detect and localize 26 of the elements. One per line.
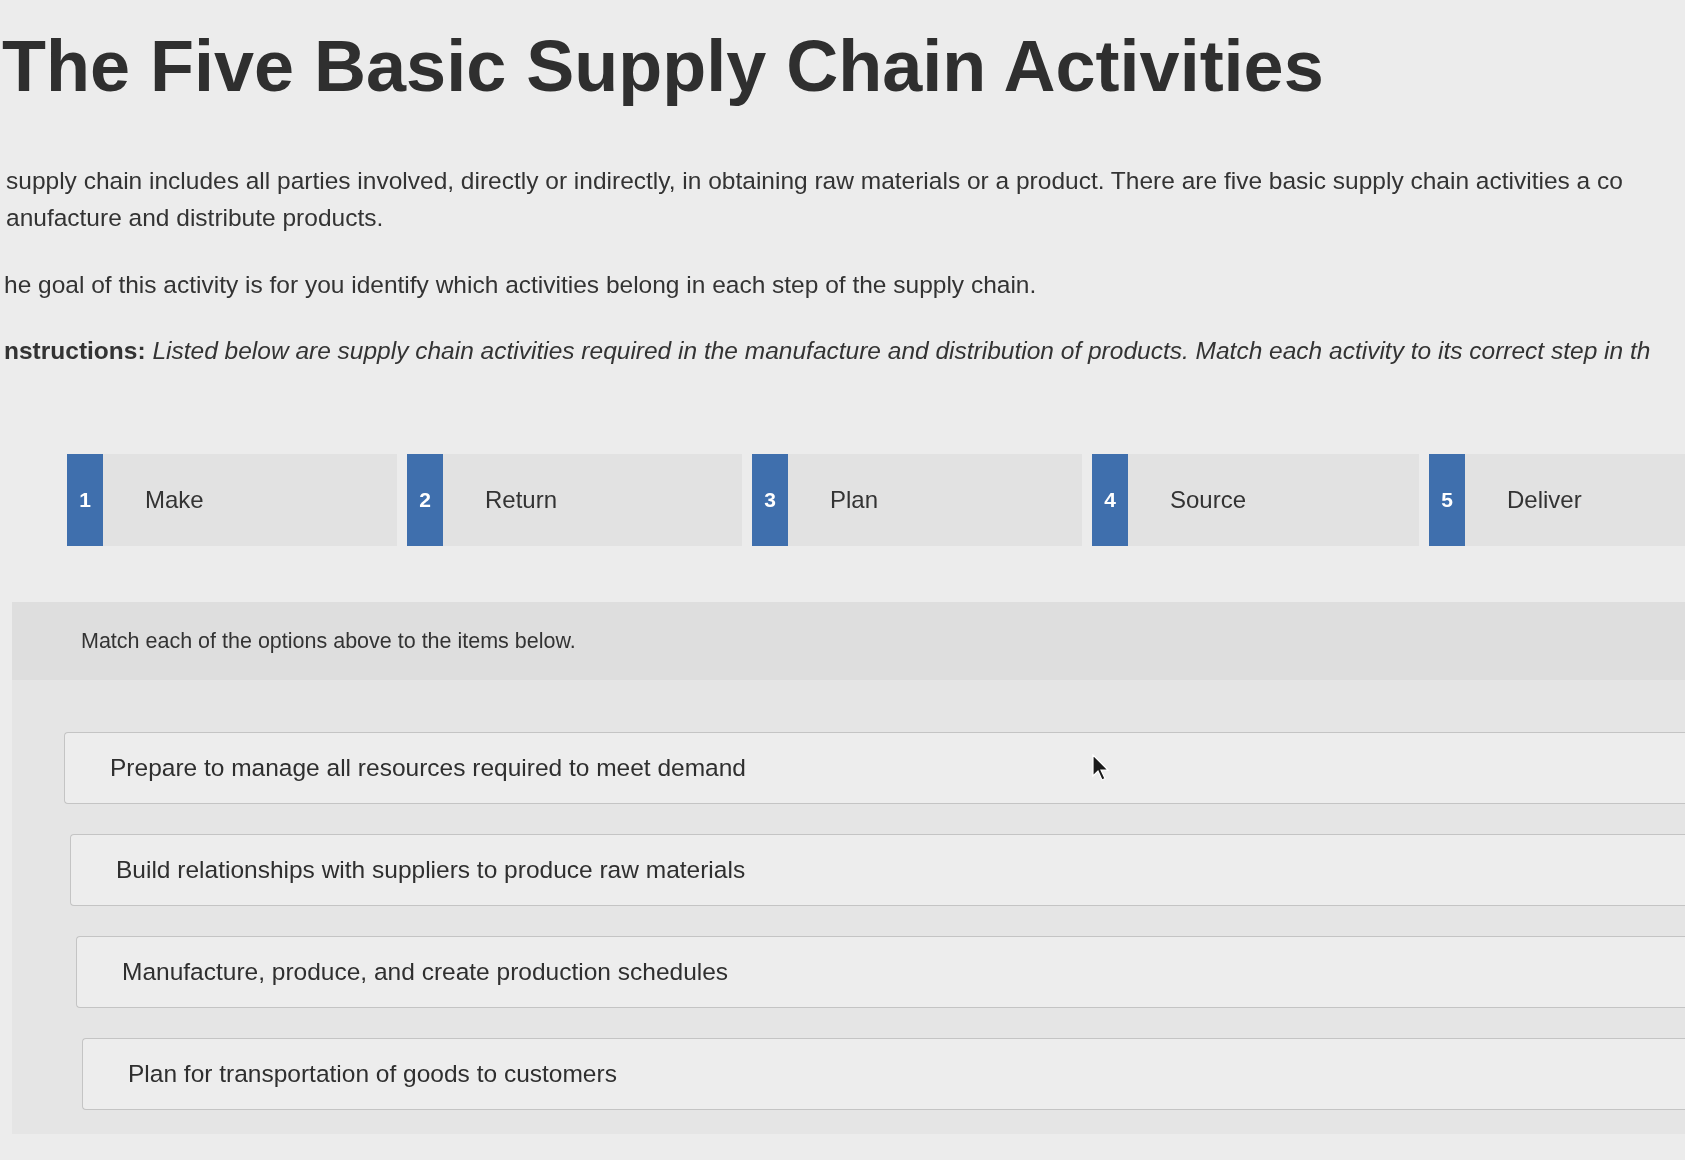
number-tab: 2 (407, 454, 443, 546)
option-label: Make (145, 486, 204, 514)
option-label: Deliver (1507, 486, 1582, 514)
option-label: Return (485, 486, 558, 514)
instructions-text: nstructions: Listed below are supply chain activities required in the manufacture and distribution of products. Match each activity to its correct step in th (4, 336, 1651, 366)
option-card[interactable]: 4 Source (1092, 454, 1419, 546)
prompt-text: Match each of the options above to the items below. (81, 628, 576, 654)
intro-text: anufacture and distribute products. (6, 203, 384, 233)
option-card[interactable]: 2 Return (407, 454, 742, 546)
number-tab: 4 (1092, 454, 1128, 546)
number-tab: 3 (752, 454, 788, 546)
option-card[interactable]: 5 Deliver (1429, 454, 1685, 546)
mouse-pointer-icon (1092, 754, 1110, 782)
goal-text: he goal of this activity is for you identify which activities belong in each step of the supply chain. (4, 270, 1037, 300)
match-item[interactable]: Prepare to manage all resources required to meet demand (64, 732, 1685, 804)
match-item[interactable]: Manufacture, produce, and create production schedules (76, 936, 1685, 1008)
match-item[interactable]: Build relationships with suppliers to produce raw materials (70, 834, 1685, 906)
option-card[interactable]: 1 Make (67, 454, 397, 546)
option-label: Source (1170, 486, 1247, 514)
option-card[interactable]: 3 Plan (752, 454, 1082, 546)
number-tab: 5 (1429, 454, 1465, 546)
page-title: The Five Basic Supply Chain Activities (2, 25, 1324, 108)
option-label: Plan (830, 486, 879, 514)
number-tab: 1 (67, 454, 103, 546)
match-item[interactable]: Plan for transportation of goods to customers (82, 1038, 1685, 1110)
intro-text: supply chain includes all parties involved, directly or indirectly, in obtaining raw materials or a product. There are five basic supply chain activities a co (6, 166, 1623, 196)
